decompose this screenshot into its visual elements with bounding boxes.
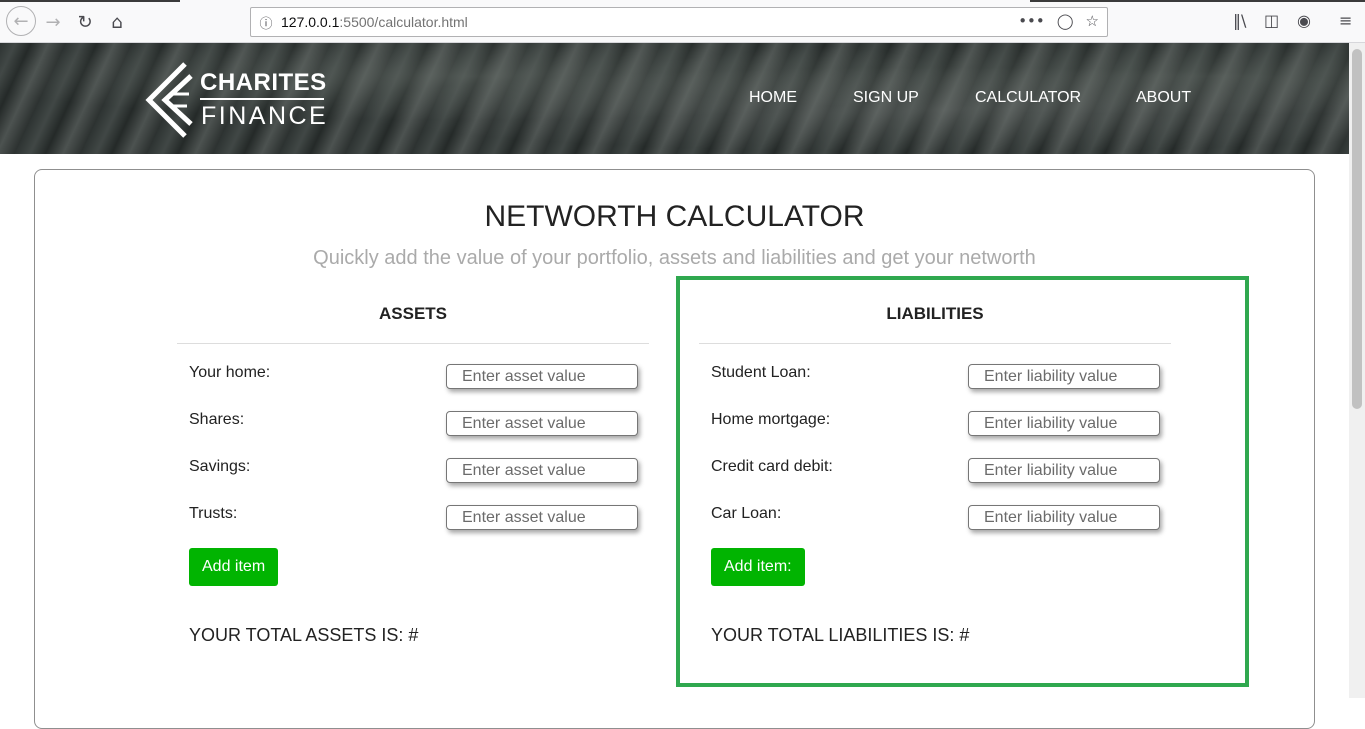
asset-input-home[interactable] (446, 364, 638, 389)
forward-arrow-icon[interactable]: → (40, 9, 66, 35)
logo-divider (200, 98, 324, 100)
asset-label-home: Your home: (189, 364, 271, 381)
asset-input-shares[interactable] (446, 411, 638, 436)
logo-chevron-icon (145, 62, 193, 138)
assets-heading: ASSETS (378, 304, 448, 323)
nav-calculator[interactable]: CALCULATOR (975, 89, 1081, 107)
site-info-icon[interactable]: ⓘ (251, 13, 281, 32)
asset-label-shares: Shares: (189, 411, 245, 428)
nav-home[interactable]: HOME (749, 89, 797, 107)
logo-text-secondary: FINANCE (201, 102, 329, 130)
reload-icon[interactable]: ↻ (72, 9, 98, 35)
home-icon[interactable]: ⌂ (104, 9, 130, 35)
url-bar[interactable]: ⓘ 127.0.0.1:5500/calculator.html ••• ◯ ☆ (250, 7, 1108, 37)
back-arrow-icon[interactable]: ← (6, 6, 36, 36)
asset-label-trusts: Trusts: (189, 505, 238, 522)
page-actions-icon[interactable]: ••• (1018, 12, 1045, 30)
page-scrollbar[interactable] (1349, 43, 1365, 698)
asset-input-trusts[interactable] (446, 505, 638, 530)
account-icon[interactable]: ◉ (1297, 11, 1311, 30)
page-subtitle: Quickly add the value of your portfolio,… (313, 247, 1036, 269)
assets-divider (177, 343, 649, 344)
browser-toolbar: ← → ↻ ⌂ ⓘ 127.0.0.1:5500/calculator.html… (0, 0, 1365, 43)
liabilities-highlight-box (676, 276, 1249, 687)
assets-total: YOUR TOTAL ASSETS IS: # (189, 625, 419, 645)
url-text: 127.0.0.1:5500/calculator.html (281, 14, 468, 30)
logo-text-primary: CHARITES (200, 69, 327, 96)
asset-input-savings[interactable] (446, 458, 638, 483)
add-asset-button[interactable]: Add item (189, 548, 279, 586)
scrollbar-thumb[interactable] (1352, 49, 1362, 409)
logo[interactable]: CHARITES FINANCE (145, 62, 335, 140)
bookmark-star-icon[interactable]: ☆ (1086, 12, 1099, 30)
hamburger-menu-icon[interactable]: ≡ (1339, 11, 1352, 30)
sidebar-icon[interactable]: ◫ (1264, 11, 1279, 30)
page-title: NETWORTH CALCULATOR (484, 200, 865, 233)
nav-sign-up[interactable]: SIGN UP (853, 89, 919, 107)
site-header: CHARITES FINANCE HOME SIGN UP CALCULATOR… (0, 43, 1349, 154)
library-icon[interactable]: ‖\ (1233, 11, 1246, 30)
pocket-icon[interactable]: ◯ (1057, 12, 1074, 30)
tab-strip-edge-right (1030, 0, 1365, 2)
tab-strip-edge (0, 0, 180, 2)
nav-about[interactable]: ABOUT (1136, 89, 1191, 107)
asset-label-savings: Savings: (189, 458, 251, 475)
